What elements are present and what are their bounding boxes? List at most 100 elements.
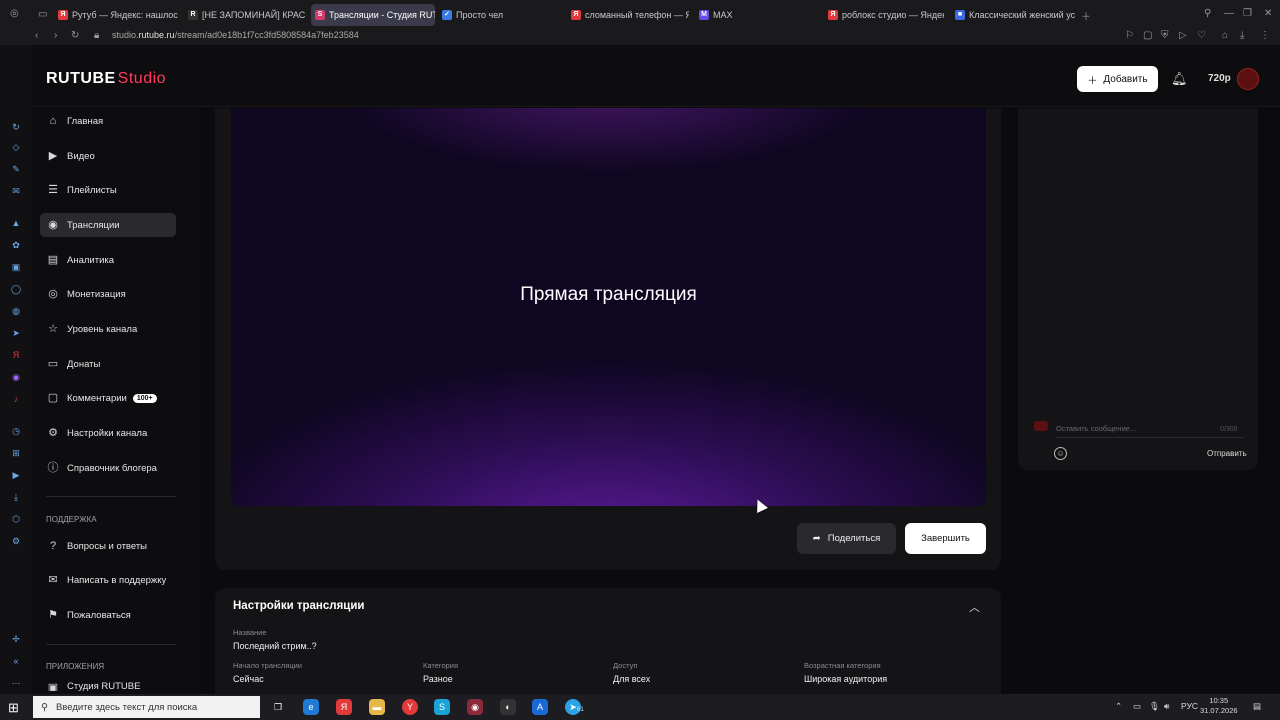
reader-icon[interactable]: ▢ [1143,30,1152,41]
browser-tab[interactable]: Яроблокс студио — Яндекс [828,4,944,26]
more-icon[interactable]: ⋯ [10,677,22,689]
clock[interactable]: 10:35 31.07.2026 [1200,696,1238,716]
minimize-icon[interactable]: — [1224,8,1234,19]
tray-chevron-icon[interactable]: ⌃ [1115,701,1122,712]
folder-icon[interactable]: ▬ [369,699,385,715]
menu-icon[interactable]: ⋮ [1260,30,1270,41]
download-icon[interactable]: ⤓ [1240,30,1244,41]
edge-icon[interactable]: e [303,699,319,715]
chat-send-button[interactable]: Отправить [1207,449,1247,458]
collections-icon[interactable]: ⌂ [1222,30,1228,41]
sidebar-divider [46,496,176,497]
emoji-icon[interactable]: ☺ [1054,447,1067,460]
sidebar-item-contact-support[interactable]: ✉ Написать в поддержку [40,568,176,592]
sidebar-item-analytics[interactable]: ▤ Аналитика [40,248,176,272]
search-icon[interactable]: ⚲ [1204,8,1211,19]
finish-stream-button[interactable]: Завершить [905,523,986,554]
yandex-icon[interactable]: Я [10,349,22,361]
sidebar-item-faq[interactable]: ? Вопросы и ответы [40,534,176,558]
sidebar-item-broadcasts[interactable]: ◉ Трансляции [40,213,176,237]
bookmark-icon[interactable]: ⚐ [1125,30,1134,41]
notifications-icon[interactable]: ▤ [1253,701,1261,712]
browser-logo-icon[interactable]: ◎ [10,8,19,19]
twitch-icon[interactable]: ▣ [10,261,22,273]
yandex-browser-icon[interactable]: Я [336,699,352,715]
cube-icon[interactable]: ◇ [10,141,22,153]
apps-section-title: ПРИЛОЖЕНИЯ [46,662,105,671]
url-field[interactable]: studio.rutube.ru/stream/ad0e18b1f7cc3fd5… [112,30,359,40]
heart-icon[interactable]: ♡ [1197,30,1206,41]
sidebar-item-report[interactable]: ⚑ Пожаловаться [40,603,176,627]
avatar[interactable] [1237,68,1259,90]
taskbar-search-input[interactable]: ⚲ Введите здесь текст для поиска [33,696,260,718]
skype-icon[interactable]: S [434,699,450,715]
language-indicator[interactable]: РУС [1181,701,1198,711]
note-icon[interactable]: ✎ [10,163,22,175]
sidebar-item-comments[interactable]: ▢ Комментарии 100+ [40,386,176,410]
collapse-icon[interactable]: « [10,655,22,667]
tabs-menu-icon[interactable]: ▭ [38,9,47,20]
new-tab-icon[interactable]: ＋ [1081,8,1091,23]
browser-tab[interactable]: ✓ Просто чел [442,4,562,26]
sidebar-item-home[interactable]: ⌂ Главная [40,109,176,133]
history-icon[interactable]: ↻ [10,121,22,133]
sidebar-item-blogger-guide[interactable]: ⓘ Справочник блогера [40,456,176,480]
settings-icon[interactable]: ⚙ [10,535,22,547]
video-icon[interactable]: ▶ [10,469,22,481]
forward-icon[interactable]: › [54,30,57,41]
share-button[interactable]: ➦ Поделиться [797,523,896,554]
sidebar-item-channel-settings[interactable]: ⚙ Настройки канала [40,421,176,445]
telegram-icon[interactable]: ➤ [10,327,22,339]
mail-icon[interactable]: ✉ [10,185,22,197]
browser-tab[interactable]: Ясломанный телефон — Ян [571,4,689,26]
sidebar-item-video[interactable]: ▶ Видео [40,144,176,168]
play-icon[interactable]: ▷ [1179,30,1187,41]
sidebar-item-channel-level[interactable]: ☆ Уровень канала [40,317,176,341]
windows-taskbar: ⊞ ⚲ Введите здесь текст для поиска ❒ e Я … [0,694,1280,720]
video-player[interactable]: Прямая трансляция [231,108,986,506]
rutube-studio-logo[interactable]: RUTUBE Studio [46,70,166,88]
quality-indicator[interactable]: 720p [1208,73,1231,84]
discord-icon[interactable]: ◍ [10,305,22,317]
yandex-icon: Я [58,10,68,20]
reload-icon[interactable]: ↻ [71,30,79,41]
sidebar-item-playlists[interactable]: ☰ Плейлисты [40,178,176,202]
task-view-icon[interactable]: ❒ [270,699,286,715]
clock-icon[interactable]: ◷ [10,425,22,437]
browser-tab[interactable]: Я Рутуб — Яндекс: нашлось [58,4,178,26]
app-icon[interactable]: ◉ [467,699,483,715]
triangle-icon[interactable]: ▲ [10,217,22,229]
translator-icon[interactable]: A [532,699,548,715]
chevron-up-icon[interactable]: ︿ [969,599,980,615]
close-icon[interactable]: ✕ [1264,8,1272,19]
yandex-icon[interactable]: Y [402,699,418,715]
windows-start-icon[interactable]: ⊞ [8,700,19,716]
notifications-bell-icon[interactable]: 🔔︎ [1171,71,1188,87]
alice-icon[interactable]: ◉ [10,371,22,383]
browser-tab[interactable]: R [НЕ ЗАПОМИНАЙ] КРАСН [188,4,306,26]
pin-icon[interactable]: ✢ [10,633,22,645]
network-icon[interactable]: ▭ [1133,701,1141,712]
sidebar-item-label: Видео [67,150,95,162]
chat-message-input[interactable]: Оставить сообщение... [1056,424,1244,438]
back-icon[interactable]: ‹ [35,30,38,41]
music-icon[interactable]: ♪ [10,393,22,405]
protect-icon[interactable]: ⛨ [1161,30,1169,41]
restore-icon[interactable]: ❐ [1243,8,1252,19]
sidebar-item-monetization[interactable]: ◎ Монетизация [40,282,176,306]
box-icon[interactable]: ⬡ [10,513,22,525]
mic-icon[interactable]: 🎙︎ [1149,701,1160,712]
sidebar-item-studio-app[interactable]: ▣ Студия RUTUBE [40,681,176,691]
browser-tab[interactable]: ■ Классический женский ус [955,4,1075,26]
browser-tab[interactable]: M MAX [699,4,819,26]
chatgpt-icon[interactable]: ✿ [10,239,22,251]
browser-tab-active[interactable]: S Трансляции - Студия RUTU [311,4,435,26]
obs-icon[interactable]: ◐ [500,699,516,715]
grid-icon[interactable]: ⊞ [10,447,22,459]
sidebar-item-label: Студия RUTUBE [67,681,141,691]
sidebar-item-donations[interactable]: ▭ Донаты [40,352,176,376]
add-button[interactable]: ＋ Добавить [1077,66,1158,92]
volume-icon[interactable]: 🔊︎ [1164,701,1169,712]
messenger-icon[interactable]: ◯ [10,283,22,295]
download-icon[interactable]: ⤓ [10,491,22,503]
